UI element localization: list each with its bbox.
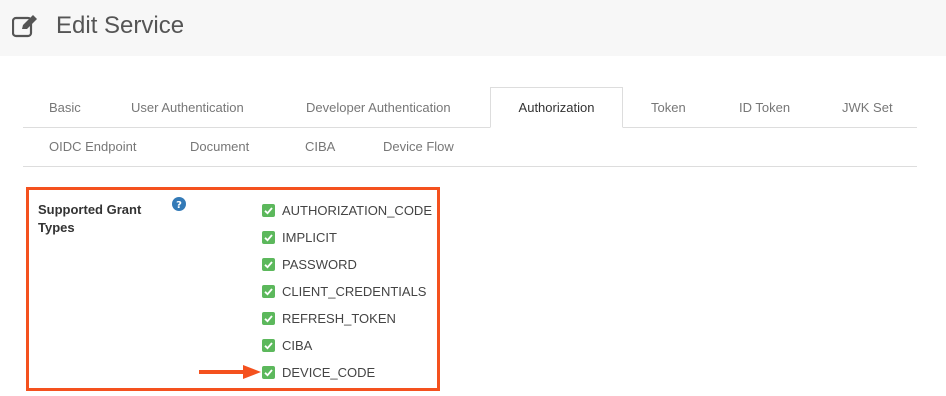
tab-document[interactable]: Document — [190, 139, 249, 154]
tab-jwk-set[interactable]: JWK Set — [842, 100, 893, 115]
grant-type-label: PASSWORD — [282, 257, 357, 272]
tab-user-authentication[interactable]: User Authentication — [131, 100, 244, 115]
tab-authorization[interactable]: Authorization — [490, 87, 623, 128]
tab-authorization-label: Authorization — [518, 100, 595, 115]
checkbox-checked-icon[interactable] — [262, 258, 275, 271]
tab-basic[interactable]: Basic — [49, 100, 81, 115]
grant-type-label: IMPLICIT — [282, 230, 337, 245]
tabs-bottom-border — [23, 166, 917, 167]
grant-type-label: DEVICE_CODE — [282, 365, 376, 380]
tab-oidc-endpoint[interactable]: OIDC Endpoint — [49, 139, 136, 154]
edit-icon — [12, 15, 37, 38]
supported-grant-types-label: Supported Grant Types — [38, 202, 142, 235]
svg-text:?: ? — [176, 200, 182, 211]
help-icon[interactable]: ? — [172, 197, 186, 211]
checkbox-checked-icon[interactable] — [262, 312, 275, 325]
page-title: Edit Service — [56, 12, 185, 39]
page-header: Edit Service — [0, 0, 946, 56]
checkbox-checked-icon[interactable] — [262, 231, 275, 244]
grant-type-label: AUTHORIZATION_CODE — [282, 203, 432, 218]
tab-developer-authentication[interactable]: Developer Authentication — [306, 100, 451, 115]
tab-id-token[interactable]: ID Token — [739, 100, 790, 115]
tab-ciba[interactable]: CIBA — [305, 139, 335, 154]
tab-row-divider-left — [23, 127, 490, 128]
grant-type-label: REFRESH_TOKEN — [282, 311, 396, 326]
checkbox-checked-icon[interactable] — [262, 285, 275, 298]
tab-row-divider-right — [623, 127, 917, 128]
grant-type-label: CLIENT_CREDENTIALS — [282, 284, 427, 299]
checkbox-checked-icon[interactable] — [262, 204, 275, 217]
checkbox-checked-icon[interactable] — [262, 366, 275, 379]
checkbox-checked-icon[interactable] — [262, 339, 275, 352]
tab-device-flow[interactable]: Device Flow — [383, 139, 454, 154]
grant-type-label: CIBA — [282, 338, 313, 353]
arrow-right-icon — [199, 365, 261, 379]
tab-token[interactable]: Token — [651, 100, 686, 115]
